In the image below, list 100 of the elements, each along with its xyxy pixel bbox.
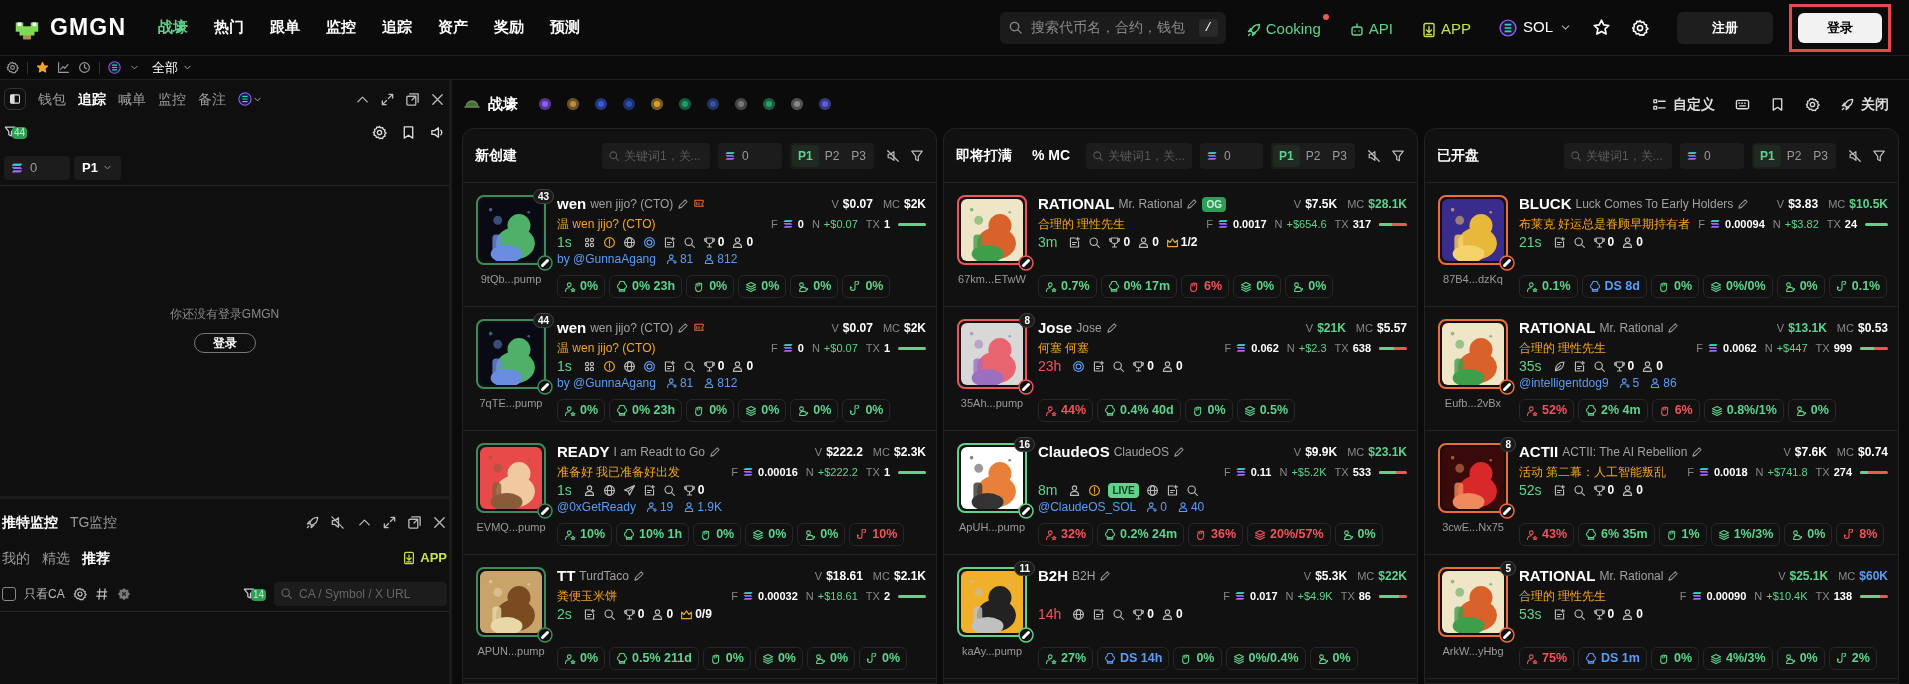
expand-icon[interactable] xyxy=(380,91,395,107)
search-icon[interactable] xyxy=(1592,359,1606,373)
token-address[interactable]: EVMQ...pump xyxy=(476,519,546,536)
coin-icon[interactable] xyxy=(642,359,656,373)
nav-item[interactable]: 监控 xyxy=(326,16,357,39)
token-address[interactable]: 67km...ETwW xyxy=(958,271,1026,288)
token-card[interactable]: Eufb...2vBx RATIONAL Mr. Rational V $13.1K MC $0.53 合理的 理性先生 F 0.0062 N +$447 TX 999 35s 0 0 @intelligentdog9 5 86 52% 2% 4m 6% 0.8%/1% 0% xyxy=(1425,307,1898,431)
logo-text[interactable]: GMGN xyxy=(50,10,127,45)
bookmark-icon[interactable] xyxy=(1770,96,1785,112)
stat-chip[interactable]: 6% xyxy=(1651,399,1700,422)
expand-icon[interactable] xyxy=(382,514,397,530)
twitter-handle[interactable]: by @GunnaAgang xyxy=(557,374,656,392)
stat-chip[interactable]: 0.7% xyxy=(1038,275,1097,298)
popout-icon[interactable] xyxy=(405,91,420,107)
edit-icon[interactable] xyxy=(708,446,721,458)
token-card[interactable]: 67km...ETwW RATIONAL Mr. Rational OG V $7.5K MC $28.1K 合理的 理性先生 F 0.0017 N +$654.6 TX 317 3m 0 0 1/2 0.7% 0% 17m 6% 0% 0% xyxy=(944,183,1417,307)
edit-icon[interactable] xyxy=(1105,322,1118,334)
token-address[interactable]: 35Ah...pump xyxy=(960,395,1024,412)
paper-plane-icon[interactable] xyxy=(622,483,636,497)
page-tab[interactable]: P3 xyxy=(845,144,872,167)
stat-chip[interactable]: 0.4% 40d xyxy=(1097,399,1181,422)
stat-chip[interactable]: 0% xyxy=(1334,523,1383,546)
stat-chip[interactable]: 0% xyxy=(557,647,606,670)
globe-icon[interactable] xyxy=(1072,607,1086,621)
token-card[interactable]: 8 35Ah...pump Jose Jose V $21K MC $5.57 何塞 何塞 F 0.062 N +$2.3 TX 638 23h 0 0 44% 0.4% 40d 0% 0.5% xyxy=(944,307,1417,431)
stat-chip[interactable]: 0%/0% xyxy=(1703,275,1773,298)
chain-icon[interactable] xyxy=(594,97,608,111)
nav-item[interactable]: 跟单 xyxy=(270,16,301,39)
search-icon[interactable] xyxy=(602,607,616,621)
stat-chip[interactable]: 0% xyxy=(1787,399,1836,422)
stat-chip[interactable]: 0.8%/1% xyxy=(1703,399,1784,422)
stat-chip[interactable]: 2% xyxy=(1828,647,1877,670)
stat-chip[interactable]: 0% xyxy=(790,399,839,422)
token-card[interactable]: EVMQ...pump READY I am Readt to Go V $222.2 MC $2.3K 准备好 我已准备好出发 F 0.00016 N +$222.2 TX 1 1s 0 @0xGetReady 19 1.9K 10% 10% 1h 0% 0% 0% 10% xyxy=(463,431,936,555)
nav-item[interactable]: 奖励 xyxy=(494,16,525,39)
stat-chip[interactable]: 0% 23h xyxy=(609,275,683,298)
leaf-icon[interactable] xyxy=(1552,359,1566,373)
login-button[interactable]: 登录 xyxy=(1798,12,1882,43)
edit-icon[interactable] xyxy=(1737,198,1750,210)
stat-chip[interactable]: 10% xyxy=(557,523,613,546)
mute-icon[interactable] xyxy=(1848,148,1862,163)
page-tab[interactable]: P1 xyxy=(1272,144,1300,167)
chain-selector[interactable]: SOL xyxy=(1499,16,1572,39)
stat-chip[interactable]: 10% xyxy=(849,523,905,546)
search-icon[interactable] xyxy=(682,235,696,249)
stat-chip[interactable]: DS 1m xyxy=(1578,647,1647,670)
stat-chip[interactable]: 32% xyxy=(1038,523,1094,546)
search-icon[interactable] xyxy=(1572,483,1586,497)
search-icon[interactable] xyxy=(1185,483,1199,497)
stat-chip[interactable]: 0% xyxy=(1233,275,1282,298)
nav-item[interactable]: 资产 xyxy=(438,16,469,39)
filter-icon[interactable] xyxy=(910,148,924,163)
header-link[interactable]: Cooking xyxy=(1245,14,1329,41)
avatar-frame[interactable] xyxy=(1438,567,1508,637)
rocket-icon[interactable] xyxy=(305,514,320,530)
search-icon[interactable] xyxy=(1112,359,1126,373)
page-tab[interactable]: P3 xyxy=(1326,144,1353,167)
checkbox[interactable] xyxy=(2,586,16,601)
stat-chip[interactable]: 75% xyxy=(1519,647,1575,670)
coin-icon[interactable] xyxy=(642,235,656,249)
edit-icon[interactable] xyxy=(1099,570,1112,582)
stat-chip[interactable]: 0% xyxy=(745,523,794,546)
token-card[interactable]: 87B4...dzKq BLUCK Luck Comes To Early Holders V $3.83 MC $10.5K 布莱克 好运总是眷顾早期持有者 F 0.00094 N +$3.82 TX 24 21s 0 0 0.1% DS 8d 0% 0%/0% 0% 0.1% xyxy=(1425,183,1898,307)
stat-chip[interactable]: 2% 4m xyxy=(1578,399,1648,422)
stat-chip[interactable]: 0.2% 24m xyxy=(1097,523,1184,546)
note-icon[interactable] xyxy=(1092,607,1106,621)
token-address[interactable]: ArkW...yHbg xyxy=(1442,643,1504,660)
chain-icon[interactable] xyxy=(818,97,832,111)
stat-chip[interactable]: 0% xyxy=(1650,275,1699,298)
close-icon[interactable] xyxy=(432,514,447,530)
token-address[interactable]: kaAy...pump xyxy=(961,643,1023,660)
edit-icon[interactable] xyxy=(677,198,690,210)
stat-chip[interactable]: 0% xyxy=(1309,647,1358,670)
avatar-frame[interactable] xyxy=(957,195,1027,265)
stat-chip[interactable]: 4%/3% xyxy=(1703,647,1773,670)
chain-icon[interactable] xyxy=(790,97,804,111)
avatar-frame[interactable] xyxy=(476,443,546,513)
stat-chip[interactable]: 0% xyxy=(1776,275,1825,298)
avatar-frame[interactable] xyxy=(476,567,546,637)
stat-chip[interactable]: 27% xyxy=(1038,647,1094,670)
chain-icon[interactable] xyxy=(762,97,776,111)
mute-icon[interactable] xyxy=(330,514,345,530)
panel-tab[interactable]: TG监控 xyxy=(70,511,118,533)
edit-icon[interactable] xyxy=(1691,446,1704,458)
twitter-handle[interactable]: by @GunnaAgang xyxy=(557,250,656,268)
chain-icon[interactable] xyxy=(538,97,552,111)
page-tab[interactable]: P1 xyxy=(791,144,819,167)
edit-icon[interactable] xyxy=(677,322,690,334)
token-address[interactable]: ApUH...pump xyxy=(959,519,1025,536)
search-icon[interactable] xyxy=(1112,607,1126,621)
token-address[interactable]: 3cwE...Nx75 xyxy=(1442,519,1504,536)
chart-icon[interactable] xyxy=(57,61,70,74)
panel-tab[interactable]: 备注 xyxy=(198,88,226,110)
header-link[interactable]: API xyxy=(1348,14,1401,41)
bookmark-icon[interactable] xyxy=(401,124,416,140)
stat-chip[interactable]: 0% xyxy=(1184,399,1233,422)
stat-chip[interactable]: 0% xyxy=(1650,647,1699,670)
amount-field[interactable]: 0 xyxy=(717,142,782,169)
stat-chip[interactable]: 0% xyxy=(557,275,606,298)
note-icon[interactable] xyxy=(1552,607,1566,621)
